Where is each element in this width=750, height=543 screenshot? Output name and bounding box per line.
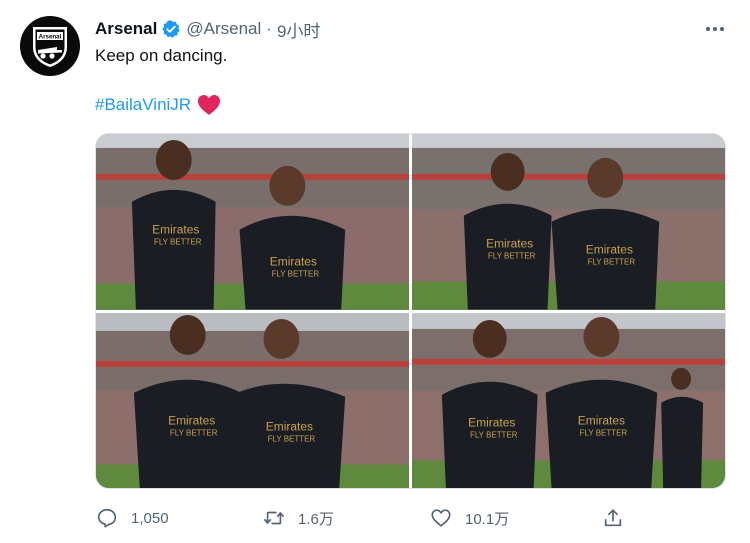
jersey-sponsor: Emirates [578,413,625,427]
separator-dot: · [266,19,272,38]
jersey-sponsor: Emirates [152,223,199,237]
retweet-icon [262,506,286,530]
jersey-sponsor: Emirates [468,415,515,429]
retweet-button[interactable]: 1.6万 [262,504,334,532]
reply-button[interactable]: 1,050 [95,504,169,532]
heart-icon [197,94,221,116]
avatar-label: Arsenal [39,34,62,41]
author-name[interactable]: Arsenal [95,19,157,39]
jersey-sponsor-sub: FLY BETTER [588,258,636,267]
retweet-count: 1.6万 [298,510,334,528]
tweet-card[interactable]: Arsenal Arsenal @Arsenal · 9小时 Keep on d… [0,0,750,543]
jersey-sponsor-sub: FLY BETTER [154,238,202,247]
photo-2[interactable]: Emirates FLY BETTER Emirates FLY BETTER [412,134,725,310]
jersey-sponsor-sub: FLY BETTER [268,434,316,443]
jersey-sponsor-sub: FLY BETTER [170,428,218,437]
jersey-sponsor: Emirates [266,419,313,433]
author-handle[interactable]: @Arsenal [186,19,261,39]
tweet-text: Keep on dancing. [95,46,228,65]
reply-count: 1,050 [131,509,169,527]
like-count: 10.1万 [465,510,510,528]
like-icon [429,506,453,530]
photo-1[interactable]: Emirates FLY BETTER Emirates FLY BETTER [96,134,409,310]
photo-3[interactable]: Emirates FLY BETTER Emirates FLY BETTER [96,312,409,488]
tweet-actions: 1,050 1.6万 10.1万 [95,504,635,532]
share-icon [601,506,625,530]
reply-icon [95,506,119,530]
hashtag-line: #BailaViniJR [95,94,221,116]
more-options-icon[interactable] [698,18,732,40]
hashtag-link[interactable]: #BailaViniJR [95,95,191,115]
jersey-sponsor: Emirates [270,255,317,269]
like-button[interactable]: 10.1万 [429,504,509,532]
jersey-sponsor-sub: FLY BETTER [470,430,518,439]
share-button[interactable] [601,504,625,532]
photo-4[interactable]: Emirates FLY BETTER Emirates FLY BETTER [412,312,725,488]
media-grid: Emirates FLY BETTER Emirates FLY BETTER [95,133,726,489]
tweet-header: Arsenal @Arsenal · 9小时 [95,17,320,41]
jersey-sponsor: Emirates [168,413,215,427]
avatar[interactable]: Arsenal [20,16,80,76]
jersey-sponsor-sub: FLY BETTER [272,270,320,279]
verified-badge-icon [161,19,181,39]
jersey-sponsor-sub: FLY BETTER [488,252,536,261]
tweet-time[interactable]: 9小时 [277,17,320,42]
jersey-sponsor-sub: FLY BETTER [580,428,628,437]
jersey-sponsor: Emirates [586,243,633,257]
arsenal-crest-icon: Arsenal [33,27,67,67]
jersey-sponsor: Emirates [486,237,533,251]
